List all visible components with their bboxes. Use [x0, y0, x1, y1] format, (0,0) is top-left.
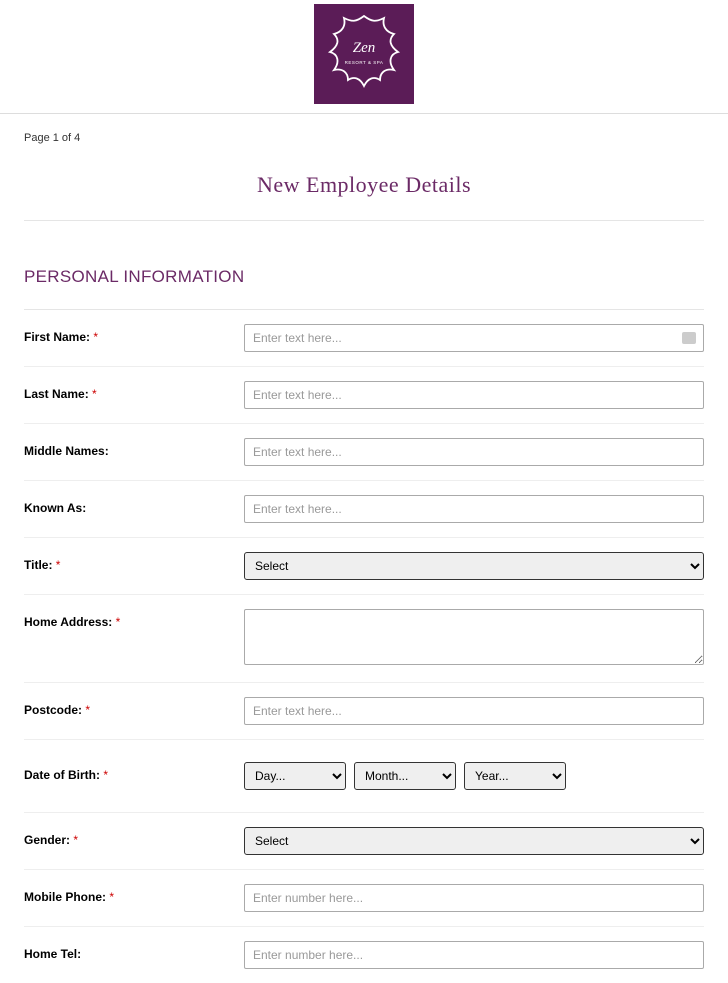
home-address-textarea[interactable]	[244, 609, 704, 665]
label-dob: Date of Birth: *	[24, 762, 244, 782]
label-mobile-phone: Mobile Phone: *	[24, 884, 244, 904]
section-title-personal: PERSONAL INFORMATION	[24, 221, 704, 310]
label-middle-names: Middle Names:	[24, 438, 244, 458]
field-row-home-tel: Home Tel:	[24, 927, 704, 983]
label-gender: Gender: *	[24, 827, 244, 847]
label-text: Mobile Phone:	[24, 890, 106, 904]
form-content: Page 1 of 4 New Employee Details PERSONA…	[0, 114, 728, 983]
field-row-middle-names: Middle Names:	[24, 424, 704, 481]
field-row-mobile-phone: Mobile Phone: *	[24, 870, 704, 927]
required-marker: *	[116, 615, 121, 629]
label-text: Date of Birth:	[24, 768, 100, 782]
logo-subtext: RESORT & SPA	[345, 60, 384, 65]
label-text: Gender:	[24, 833, 70, 847]
label-text: Middle Names:	[24, 444, 109, 458]
known-as-input[interactable]	[244, 495, 704, 523]
home-tel-input[interactable]	[244, 941, 704, 969]
field-row-dob: Date of Birth: * Day... Month... Year...	[24, 740, 704, 813]
field-row-known-as: Known As:	[24, 481, 704, 538]
gender-select[interactable]: Select	[244, 827, 704, 855]
label-text: Postcode:	[24, 703, 82, 717]
page-indicator: Page 1 of 4	[24, 114, 704, 154]
field-row-title: Title: * Select	[24, 538, 704, 595]
label-home-address: Home Address: *	[24, 609, 244, 629]
label-text: Last Name:	[24, 387, 89, 401]
required-marker: *	[93, 330, 98, 344]
logo-badge-icon: Zen RESORT & SPA	[314, 4, 414, 104]
label-text: Title:	[24, 558, 52, 572]
brand-logo: Zen RESORT & SPA	[314, 4, 414, 104]
logo-brand-text: Zen	[353, 40, 376, 56]
last-name-input[interactable]	[244, 381, 704, 409]
required-marker: *	[103, 768, 108, 782]
dob-year-select[interactable]: Year...	[464, 762, 566, 790]
required-marker: *	[92, 387, 97, 401]
first-name-input[interactable]	[244, 324, 704, 352]
label-title: Title: *	[24, 552, 244, 572]
label-last-name: Last Name: *	[24, 381, 244, 401]
middle-names-input[interactable]	[244, 438, 704, 466]
title-select[interactable]: Select	[244, 552, 704, 580]
field-row-first-name: First Name: *	[24, 310, 704, 367]
header: Zen RESORT & SPA	[0, 0, 728, 114]
required-marker: *	[109, 890, 114, 904]
label-text: First Name:	[24, 330, 90, 344]
dob-month-select[interactable]: Month...	[354, 762, 456, 790]
field-row-gender: Gender: * Select	[24, 813, 704, 870]
label-text: Known As:	[24, 501, 86, 515]
label-text: Home Address:	[24, 615, 112, 629]
dob-day-select[interactable]: Day...	[244, 762, 346, 790]
label-text: Home Tel:	[24, 947, 81, 961]
form-title: New Employee Details	[24, 154, 704, 221]
required-marker: *	[85, 703, 90, 717]
page-container: Zen RESORT & SPA Page 1 of 4 New Employe…	[0, 0, 728, 983]
required-marker: *	[73, 833, 78, 847]
label-postcode: Postcode: *	[24, 697, 244, 717]
label-home-tel: Home Tel:	[24, 941, 244, 961]
field-row-last-name: Last Name: *	[24, 367, 704, 424]
required-marker: *	[56, 558, 61, 572]
mobile-phone-input[interactable]	[244, 884, 704, 912]
field-row-home-address: Home Address: *	[24, 595, 704, 683]
label-known-as: Known As:	[24, 495, 244, 515]
field-row-postcode: Postcode: *	[24, 683, 704, 740]
postcode-input[interactable]	[244, 697, 704, 725]
label-first-name: First Name: *	[24, 324, 244, 344]
